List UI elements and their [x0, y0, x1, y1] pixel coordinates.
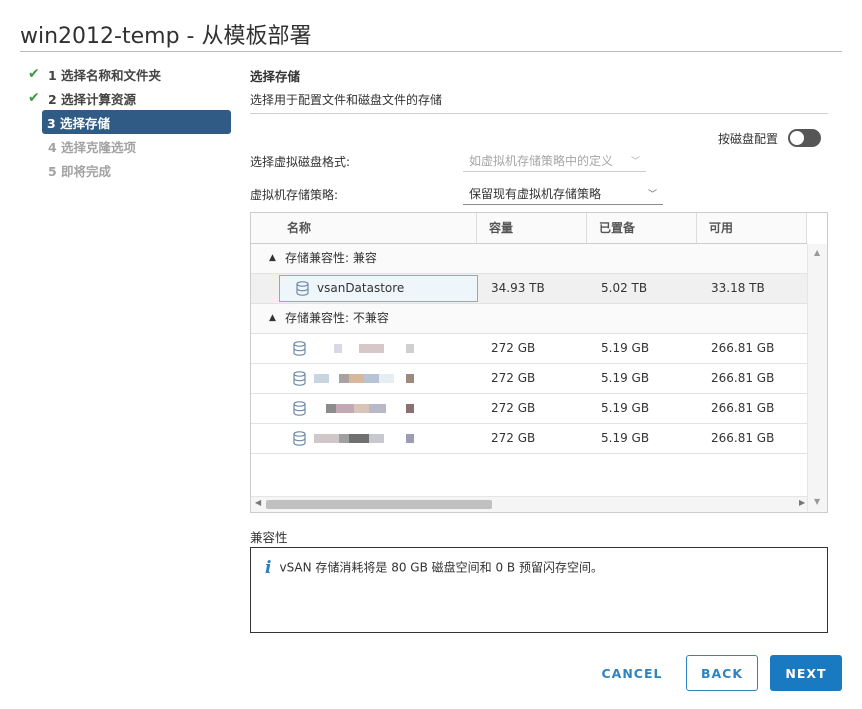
capacity-cell: 272 GB	[491, 431, 536, 445]
free-cell: 266.81 GB	[711, 371, 775, 385]
column-header-provisioned[interactable]: 已置备	[587, 213, 697, 243]
chevron-down-icon: ﹀	[647, 190, 657, 200]
redacted-name	[314, 404, 414, 413]
capacity-cell: 34.93 TB	[491, 281, 545, 295]
free-cell: 266.81 GB	[711, 341, 775, 355]
step-label: 4 选择克隆选项	[48, 139, 137, 155]
disk-format-value: 如虚拟机存储策略中的定义	[469, 154, 614, 168]
datastore-name-cell[interactable]	[281, 334, 414, 363]
redacted-name	[314, 374, 414, 383]
group-label: 存储兼容性: 兼容	[285, 251, 377, 265]
compatibility-box: i vSAN 存储消耗将是 80 GB 磁盘空间和 0 B 预留闪存空间。	[250, 547, 828, 633]
step-2[interactable]: ✔ 2 选择计算资源	[26, 86, 231, 110]
info-icon: i	[265, 558, 272, 578]
scrollbar-thumb[interactable]	[266, 500, 492, 509]
title-divider	[20, 51, 842, 52]
vm-policy-value: 保留现有虚拟机存储策略	[469, 187, 602, 201]
disk-format-select: 如虚拟机存储策略中的定义 ﹀	[463, 150, 646, 172]
disk-format-label: 选择虚拟磁盘格式:	[250, 155, 351, 169]
step-4: 4 选择克隆选项	[46, 134, 231, 158]
column-header-name[interactable]: 名称	[275, 213, 477, 243]
datastore-name-cell[interactable]: vsanDatastore	[279, 275, 478, 302]
cancel-button[interactable]: CANCEL	[590, 655, 674, 691]
check-icon: ✔	[28, 90, 40, 106]
toggle-knob	[790, 131, 804, 145]
section-title: 选择存储	[250, 69, 301, 84]
section-subtitle: 选择用于配置文件和磁盘文件的存储	[250, 93, 443, 107]
datastore-icon	[296, 281, 309, 296]
compatibility-message: vSAN 存储消耗将是 80 GB 磁盘空间和 0 B 预留闪存空间。	[279, 560, 603, 575]
scroll-up-icon[interactable]: ▲	[814, 248, 820, 257]
section-divider	[250, 113, 828, 114]
provisioned-cell: 5.19 GB	[601, 341, 650, 355]
step-5: 5 即将完成	[46, 158, 231, 182]
capacity-cell: 272 GB	[491, 341, 536, 355]
redacted-name	[314, 434, 414, 443]
vertical-scrollbar[interactable]: ▲ ▼	[807, 244, 827, 512]
step-3[interactable]: 3 选择存储	[42, 110, 231, 134]
per-disk-toggle-row: 按磁盘配置	[718, 129, 821, 147]
table-row[interactable]: vsanDatastore 34.93 TB 5.02 TB 33.18 TB	[251, 274, 807, 304]
column-header-capacity[interactable]: 容量	[477, 213, 587, 243]
scroll-left-icon[interactable]: ◀	[255, 498, 261, 507]
compatibility-label: 兼容性	[250, 530, 288, 545]
scroll-right-icon[interactable]: ▶	[799, 498, 805, 507]
section-header: 选择存储 选择用于配置文件和磁盘文件的存储	[250, 66, 828, 108]
capacity-cell: 272 GB	[491, 371, 536, 385]
provisioned-cell: 5.19 GB	[601, 401, 650, 415]
toggle-label: 按磁盘配置	[717, 131, 778, 146]
table-row[interactable]: 272 GB 5.19 GB 266.81 GB	[251, 334, 807, 364]
datastore-grid: 名称 容量 已置备 可用 ▲ 存储兼容性: 兼容 vsanDatastore 3…	[250, 212, 828, 513]
step-label: 5 即将完成	[48, 163, 112, 179]
free-cell: 33.18 TB	[711, 281, 765, 295]
provisioned-cell: 5.19 GB	[601, 371, 650, 385]
collapse-triangle-icon[interactable]: ▲	[269, 304, 276, 333]
redacted-name	[314, 344, 414, 353]
free-cell: 266.81 GB	[711, 431, 775, 445]
grid-header: 名称 容量 已置备 可用	[251, 213, 807, 244]
chevron-down-icon: ﹀	[630, 157, 640, 167]
wizard-steps: ✔ 1 选择名称和文件夹 ✔ 2 选择计算资源 3 选择存储 4 选择克隆选项 …	[26, 62, 231, 182]
step-label: 1 选择名称和文件夹	[48, 67, 162, 83]
vm-policy-label: 虚拟机存储策略:	[250, 188, 339, 202]
datastore-icon	[293, 431, 306, 446]
per-disk-toggle[interactable]	[788, 129, 821, 147]
step-1[interactable]: ✔ 1 选择名称和文件夹	[26, 62, 231, 86]
next-button[interactable]: NEXT	[770, 655, 842, 691]
datastore-icon	[293, 401, 306, 416]
table-row[interactable]: 272 GB 5.19 GB 266.81 GB	[251, 424, 807, 454]
datastore-name-cell[interactable]	[281, 394, 414, 423]
step-label: 2 选择计算资源	[48, 91, 137, 107]
group-row-incompatible[interactable]: ▲ 存储兼容性: 不兼容	[251, 304, 807, 334]
provisioned-cell: 5.19 GB	[601, 431, 650, 445]
check-icon: ✔	[28, 66, 40, 82]
back-button[interactable]: BACK	[686, 655, 758, 691]
capacity-cell: 272 GB	[491, 401, 536, 415]
collapse-triangle-icon[interactable]: ▲	[269, 244, 276, 273]
datastore-name-cell[interactable]	[281, 364, 414, 393]
datastore-name: vsanDatastore	[317, 281, 405, 295]
column-header-free[interactable]: 可用	[697, 213, 807, 243]
provisioned-cell: 5.02 TB	[601, 281, 648, 295]
datastore-icon	[293, 371, 306, 386]
group-row-compatible[interactable]: ▲ 存储兼容性: 兼容	[251, 244, 807, 274]
group-label: 存储兼容性: 不兼容	[285, 311, 389, 325]
datastore-icon	[293, 341, 306, 356]
page-title: win2012-temp - 从模板部署	[20, 24, 312, 49]
table-row[interactable]: 272 GB 5.19 GB 266.81 GB	[251, 394, 807, 424]
horizontal-scrollbar[interactable]: ◀ ▶	[251, 496, 807, 512]
scroll-down-icon[interactable]: ▼	[814, 497, 820, 506]
vm-policy-select[interactable]: 保留现有虚拟机存储策略 ﹀	[463, 183, 663, 205]
datastore-name-cell[interactable]	[281, 424, 414, 453]
free-cell: 266.81 GB	[711, 401, 775, 415]
table-row[interactable]: 272 GB 5.19 GB 266.81 GB	[251, 364, 807, 394]
step-label: 3 选择存储	[47, 115, 111, 131]
